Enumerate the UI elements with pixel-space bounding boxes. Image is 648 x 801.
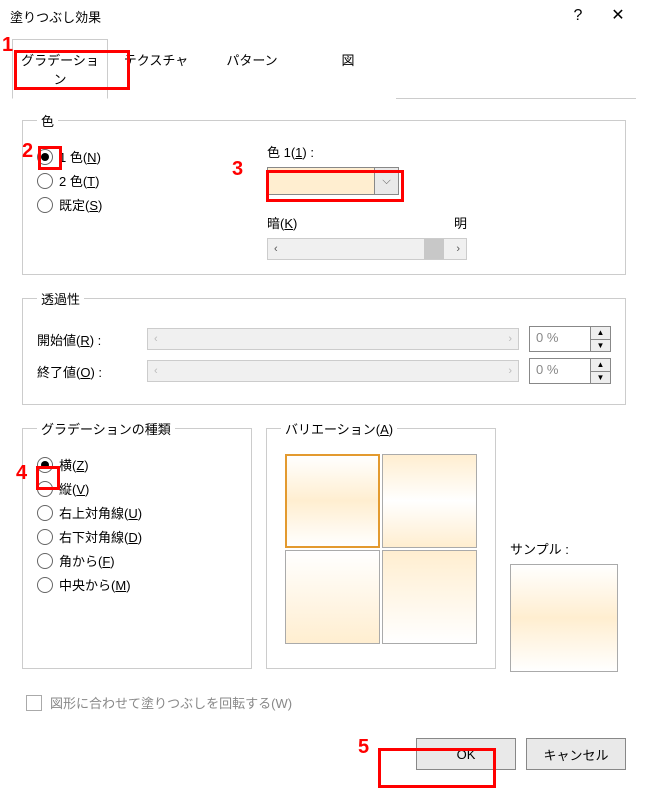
rotate-label: 図形に合わせて塗りつぶしを回転する(W): [50, 693, 292, 712]
radio-diag-up[interactable]: 右上対角線(U): [37, 503, 237, 522]
variations-group: バリエーション(A): [266, 419, 496, 669]
slider-thumb[interactable]: [424, 239, 444, 259]
annotation-1: 1: [2, 34, 13, 57]
start-label: 開始値(R) :: [37, 330, 137, 349]
radio-icon: [37, 481, 53, 497]
annotation-4: 4: [16, 462, 27, 485]
transparency-legend: 透過性: [37, 289, 84, 308]
radio-icon: [37, 197, 53, 213]
brightness-slider[interactable]: ‹ ›: [267, 238, 467, 260]
footer: OK キャンセル: [0, 724, 648, 784]
radio-one-color[interactable]: 1 色(N): [37, 147, 237, 166]
tab-texture[interactable]: テクスチャ: [108, 39, 204, 99]
light-label: 明: [454, 213, 467, 232]
variations-legend: バリエーション(A): [281, 419, 397, 438]
variation-1[interactable]: [285, 454, 380, 548]
cancel-button[interactable]: キャンセル: [526, 738, 626, 770]
radio-icon: [37, 457, 53, 473]
shading-legend: グラデーションの種類: [37, 419, 175, 438]
variation-3[interactable]: [285, 550, 380, 644]
radio-two-colors[interactable]: 2 色(T): [37, 171, 237, 190]
checkbox-icon: [26, 695, 42, 711]
radio-icon: [37, 505, 53, 521]
annotation-2: 2: [22, 140, 33, 163]
color1-swatch: [268, 168, 374, 194]
colors-legend: 色: [37, 111, 58, 130]
ok-button[interactable]: OK: [416, 738, 516, 770]
help-button[interactable]: ?: [558, 8, 598, 24]
color1-label: 色 1(1) :: [267, 142, 611, 161]
radio-from-corner[interactable]: 角から(F): [37, 551, 237, 570]
color1-picker[interactable]: ⌵: [267, 167, 399, 195]
radio-diag-down[interactable]: 右下対角線(D): [37, 527, 237, 546]
close-button[interactable]: ✕: [598, 8, 638, 24]
arrow-up-icon[interactable]: ▲: [591, 359, 610, 372]
colors-group: 色 1 色(N) 2 色(T) 既定(S) 色 1(1) :: [22, 111, 626, 275]
variation-4[interactable]: [382, 550, 477, 644]
radio-icon: [37, 577, 53, 593]
sample-label: サンプル :: [510, 539, 618, 558]
end-spinner[interactable]: 0 % ▲▼: [529, 358, 611, 384]
color1-dropdown[interactable]: ⌵: [374, 168, 398, 194]
end-value: 0 %: [530, 359, 590, 383]
start-value: 0 %: [530, 327, 590, 351]
radio-icon: [37, 173, 53, 189]
variation-2[interactable]: [382, 454, 477, 548]
radio-icon: [37, 553, 53, 569]
radio-vertical[interactable]: 縦(V): [37, 479, 237, 498]
tab-pattern[interactable]: パターン: [204, 39, 300, 99]
tabs: グラデーション テクスチャ パターン 図: [12, 38, 636, 99]
start-slider[interactable]: ‹›: [147, 328, 519, 350]
sample-preview: [510, 564, 618, 672]
radio-icon: [37, 529, 53, 545]
radio-horizontal[interactable]: 横(Z): [37, 455, 237, 474]
title-bar: 塗りつぶし効果 ? ✕: [0, 0, 648, 32]
arrow-down-icon[interactable]: ▼: [591, 340, 610, 352]
radio-from-center[interactable]: 中央から(M): [37, 575, 237, 594]
dark-label: 暗(K): [267, 213, 297, 232]
radio-preset[interactable]: 既定(S): [37, 195, 237, 214]
arrow-down-icon[interactable]: ▼: [591, 372, 610, 384]
arrow-right-icon[interactable]: ›: [456, 243, 460, 255]
annotation-5: 5: [358, 736, 369, 759]
arrow-up-icon[interactable]: ▲: [591, 327, 610, 340]
start-spinner[interactable]: 0 % ▲▼: [529, 326, 611, 352]
radio-icon: [37, 149, 53, 165]
shading-group: グラデーションの種類 横(Z) 縦(V) 右上対角線(U) 右下対角線(D): [22, 419, 252, 669]
end-label: 終了値(O) :: [37, 362, 137, 381]
chevron-down-icon: ⌵: [382, 175, 390, 188]
arrow-left-icon[interactable]: ‹: [274, 243, 278, 255]
tab-gradient[interactable]: グラデーション: [12, 39, 108, 99]
annotation-3: 3: [232, 158, 243, 181]
tab-picture[interactable]: 図: [300, 39, 396, 99]
transparency-group: 透過性 開始値(R) : ‹› 0 % ▲▼ 終了値(O) : ‹› 0 % ▲…: [22, 289, 626, 405]
rotate-checkbox-row[interactable]: 図形に合わせて塗りつぶしを回転する(W): [26, 693, 626, 712]
dialog-title: 塗りつぶし効果: [10, 7, 558, 26]
end-slider[interactable]: ‹›: [147, 360, 519, 382]
